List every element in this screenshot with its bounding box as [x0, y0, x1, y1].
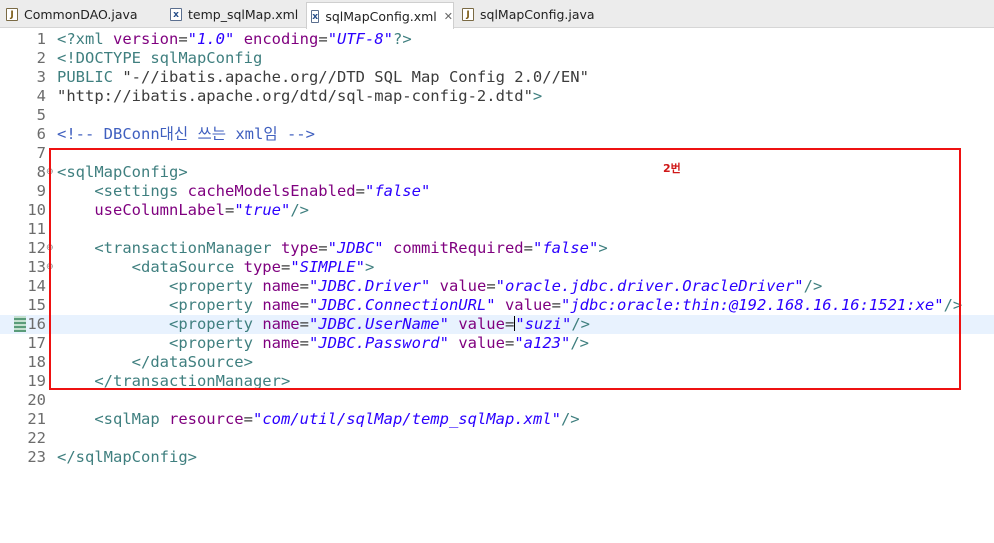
code-text: </sqlMapConfig> [57, 448, 197, 467]
line-number: 22 [27, 429, 46, 447]
token-tag: </sqlMapConfig> [57, 448, 197, 466]
tab-label: temp_sqlMap.xml [188, 7, 299, 22]
token-plain: = [178, 30, 188, 48]
line-number: 18 [27, 353, 46, 371]
annotation-highlight-box [49, 148, 961, 390]
close-icon[interactable]: ✕ [444, 10, 453, 23]
tab-sqlmapconfig-xml[interactable]: x sqlMapConfig.xml ✕ [306, 2, 454, 29]
tab-sqlmapconfig-java[interactable]: J sqlMapConfig.java [458, 2, 598, 27]
tab-label: sqlMapConfig.xml [325, 8, 437, 24]
code-line[interactable]: 4 "http://ibatis.apache.org/dtd/sql-map-c… [0, 87, 994, 106]
line-number: 14 [27, 277, 46, 295]
token-pi: ?> [393, 30, 412, 48]
code-line[interactable]: 6 <!-- DBConn대신 쓰는 xml임 --> [0, 125, 994, 144]
code-line[interactable]: 2 <!DOCTYPE sqlMapConfig [0, 49, 994, 68]
code-line[interactable]: 21 <sqlMap resource="com/util/sqlMap/tem… [0, 410, 994, 429]
line-number: 19 [27, 372, 46, 390]
token-plain: "http://ibatis.apache.org/dtd/sql-map-co… [57, 87, 533, 105]
code-text: <?xml version="1.0" encoding="UTF-8"?> [57, 30, 412, 49]
code-line[interactable]: 1 <?xml version="1.0" encoding="UTF-8"?> [0, 30, 994, 49]
code-line[interactable]: 23 </sqlMapConfig> [0, 448, 994, 467]
code-line[interactable]: 5 [0, 106, 994, 125]
line-number: 6 [36, 125, 46, 143]
line-number: 13 [27, 258, 46, 276]
token-tag: > [532, 87, 543, 105]
tab-label: CommonDAO.java [24, 7, 138, 22]
code-text: <sqlMap resource="com/util/sqlMap/temp_s… [57, 410, 580, 429]
code-line[interactable]: 22 [0, 429, 994, 448]
line-number: 12 [27, 239, 46, 257]
token-tag: PUBLIC [57, 68, 123, 86]
token-plain: = [243, 410, 253, 428]
line-number: 10 [27, 201, 46, 219]
code-text: <!DOCTYPE sqlMapConfig [57, 49, 262, 68]
line-number: 21 [27, 410, 46, 428]
token-attr: encoding [243, 30, 319, 48]
line-number: 2 [36, 49, 46, 67]
java-file-icon: J [6, 8, 18, 21]
line-number: 11 [27, 220, 46, 238]
xml-file-icon: x [170, 8, 182, 21]
token-val: "UTF-8" [327, 30, 394, 48]
code-text: "http://ibatis.apache.org/dtd/sql-map-co… [57, 87, 542, 106]
line-number: 4 [36, 87, 46, 105]
token-plain: = [318, 30, 328, 48]
line-number: 20 [27, 391, 46, 409]
token-tag: <!DOCTYPE sqlMapConfig [57, 49, 263, 67]
token-attr: resource [168, 410, 244, 428]
code-line[interactable]: 3 PUBLIC "-//ibatis.apache.org//DTD SQL M… [0, 68, 994, 87]
line-number: 7 [36, 144, 46, 162]
xml-file-icon: x [311, 9, 320, 23]
token-plain: "-//ibatis.apache.org//DTD SQL Map Confi… [122, 68, 589, 86]
line-number: 15 [27, 296, 46, 314]
java-file-icon: J [462, 8, 474, 21]
annotation-label: 2번 [663, 162, 681, 175]
token-val: "1.0" [187, 30, 235, 48]
token-attr: version [113, 30, 179, 48]
line-number: 17 [27, 334, 46, 352]
token-tag: /> [560, 410, 580, 428]
token-cmt: <!-- DBConn대신 쓰는 xml임 --> [57, 125, 315, 143]
code-text: <!-- DBConn대신 쓰는 xml임 --> [57, 125, 315, 144]
line-number: 23 [27, 448, 46, 466]
tab-label: sqlMapConfig.java [480, 7, 595, 22]
tab-temp-sqlmap-xml[interactable]: x temp_sqlMap.xml [166, 2, 302, 27]
editor-tab-bar: J CommonDAO.java x temp_sqlMap.xml x sql… [0, 0, 994, 29]
token-val: "com/util/sqlMap/temp_sqlMap.xml" [252, 410, 561, 428]
line-number: 5 [36, 106, 46, 124]
token-pi: <?xml [57, 30, 113, 48]
line-number: 16 [27, 315, 46, 333]
line-number: 3 [36, 68, 46, 86]
line-number: 9 [36, 182, 46, 200]
line-number: 1 [36, 30, 46, 48]
token-tag: <sqlMap [94, 410, 169, 428]
line-number: 8 [36, 163, 46, 181]
tab-commondao-java[interactable]: J CommonDAO.java [2, 2, 162, 27]
code-line[interactable]: 20 [0, 391, 994, 410]
code-text: PUBLIC "-//ibatis.apache.org//DTD SQL Ma… [57, 68, 589, 87]
